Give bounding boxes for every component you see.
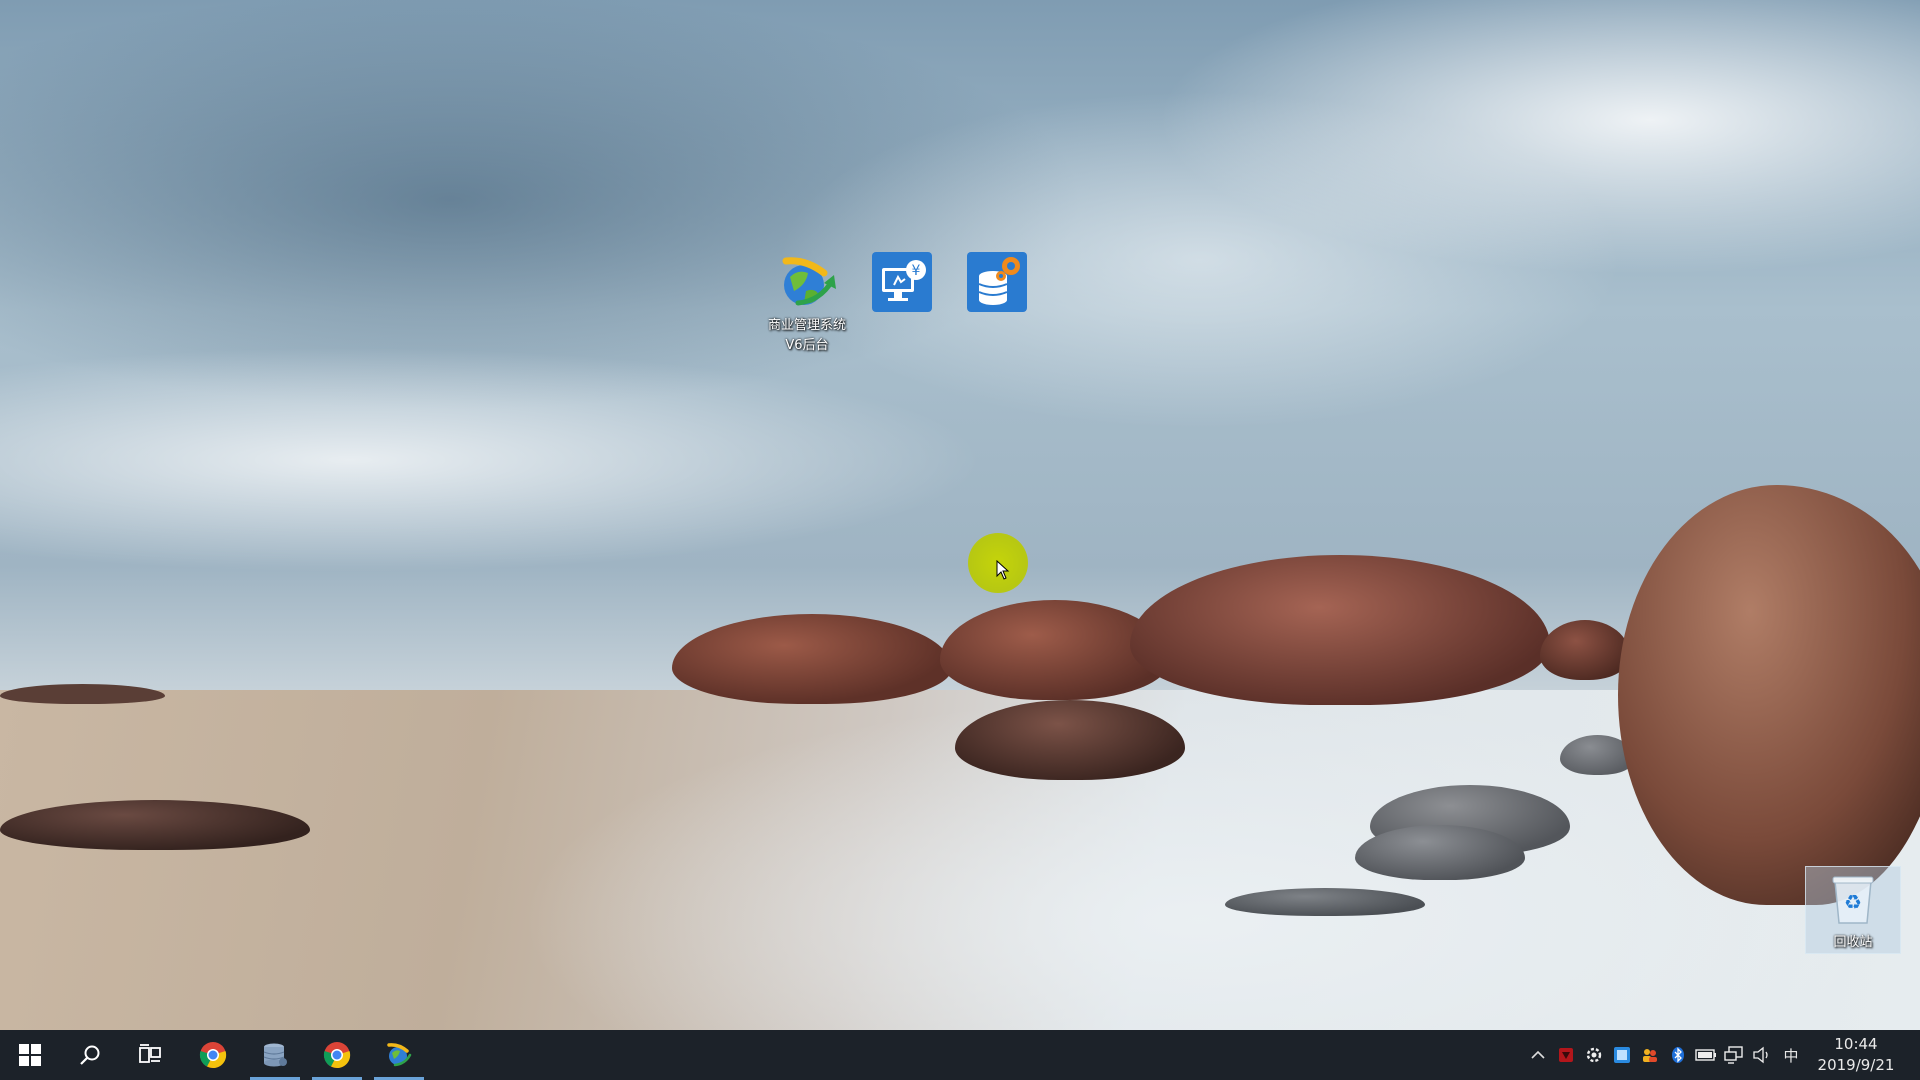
taskbar-clock[interactable]: 10:44 2019/9/21 bbox=[1806, 1034, 1906, 1076]
pos-terminal-icon: ¥ bbox=[870, 250, 934, 314]
taskbar: 中 10:44 2019/9/21 bbox=[0, 1030, 1920, 1080]
desktop-wallpaper bbox=[0, 0, 1920, 1030]
red-app-icon bbox=[1559, 1048, 1573, 1062]
battery-icon bbox=[1695, 1049, 1716, 1061]
system-tray: 中 bbox=[1524, 1030, 1806, 1080]
clock-date: 2019/9/21 bbox=[1817, 1056, 1895, 1074]
blue-window-icon bbox=[1614, 1047, 1630, 1063]
tray-app-network-manager[interactable] bbox=[1608, 1030, 1636, 1080]
show-hidden-icons-button[interactable] bbox=[1524, 1030, 1552, 1080]
taskbar-app-business-system[interactable] bbox=[371, 1030, 427, 1080]
tray-app-people[interactable] bbox=[1636, 1030, 1664, 1080]
recycle-bin-icon: ♻ bbox=[1829, 873, 1877, 929]
tray-volume[interactable] bbox=[1748, 1030, 1776, 1080]
svg-text:¥: ¥ bbox=[912, 263, 921, 279]
desktop-icon-business-service[interactable] bbox=[950, 250, 1044, 336]
taskbar-app-database[interactable] bbox=[247, 1030, 303, 1080]
desktop-icon-business-touch[interactable]: ¥ bbox=[855, 250, 949, 336]
task-view-button[interactable] bbox=[122, 1030, 178, 1080]
search-icon bbox=[80, 1045, 100, 1065]
globe-arrow-icon bbox=[775, 250, 839, 314]
people-icon bbox=[1643, 1049, 1657, 1062]
chrome-icon bbox=[199, 1042, 227, 1069]
svg-text:♻: ♻ bbox=[1844, 890, 1862, 914]
globe-arrow-icon bbox=[387, 1043, 412, 1067]
tray-app-red[interactable] bbox=[1552, 1030, 1580, 1080]
input-method-indicator[interactable]: 中 bbox=[1776, 1045, 1806, 1066]
windows-start-icon bbox=[19, 1044, 41, 1066]
desktop-icon-label: 商业管理系统 V6后台 bbox=[767, 318, 846, 353]
tray-app-gear[interactable] bbox=[1580, 1030, 1608, 1080]
database-gear-icon bbox=[965, 250, 1029, 314]
rock bbox=[1618, 485, 1920, 905]
desktop-icon-recycle-bin[interactable]: ♻ 回收站 bbox=[1805, 866, 1901, 954]
network-icon bbox=[1724, 1046, 1743, 1064]
taskbar-app-chrome[interactable] bbox=[185, 1030, 241, 1080]
start-button[interactable] bbox=[2, 1030, 58, 1080]
gear-icon bbox=[1586, 1047, 1602, 1063]
mouse-pointer-icon bbox=[996, 559, 1010, 584]
taskbar-app-chrome-2[interactable] bbox=[309, 1030, 365, 1080]
chevron-up-icon bbox=[1531, 1050, 1545, 1059]
rock bbox=[1225, 888, 1425, 916]
task-view-icon bbox=[139, 1044, 161, 1063]
chrome-icon bbox=[323, 1042, 351, 1069]
tray-network[interactable] bbox=[1720, 1030, 1748, 1080]
search-button[interactable] bbox=[62, 1030, 118, 1080]
tray-bluetooth[interactable] bbox=[1664, 1030, 1692, 1080]
recycle-bin-label: 回收站 bbox=[1833, 935, 1873, 950]
clock-time: 10:44 bbox=[1834, 1035, 1878, 1053]
tray-battery[interactable] bbox=[1692, 1030, 1720, 1080]
rock bbox=[0, 684, 165, 704]
desktop-icon-business-backend[interactable]: 商业管理系统 V6后台 bbox=[760, 250, 854, 356]
speaker-icon bbox=[1753, 1046, 1768, 1064]
bluetooth-icon bbox=[1672, 1047, 1684, 1063]
database-icon bbox=[263, 1043, 287, 1067]
